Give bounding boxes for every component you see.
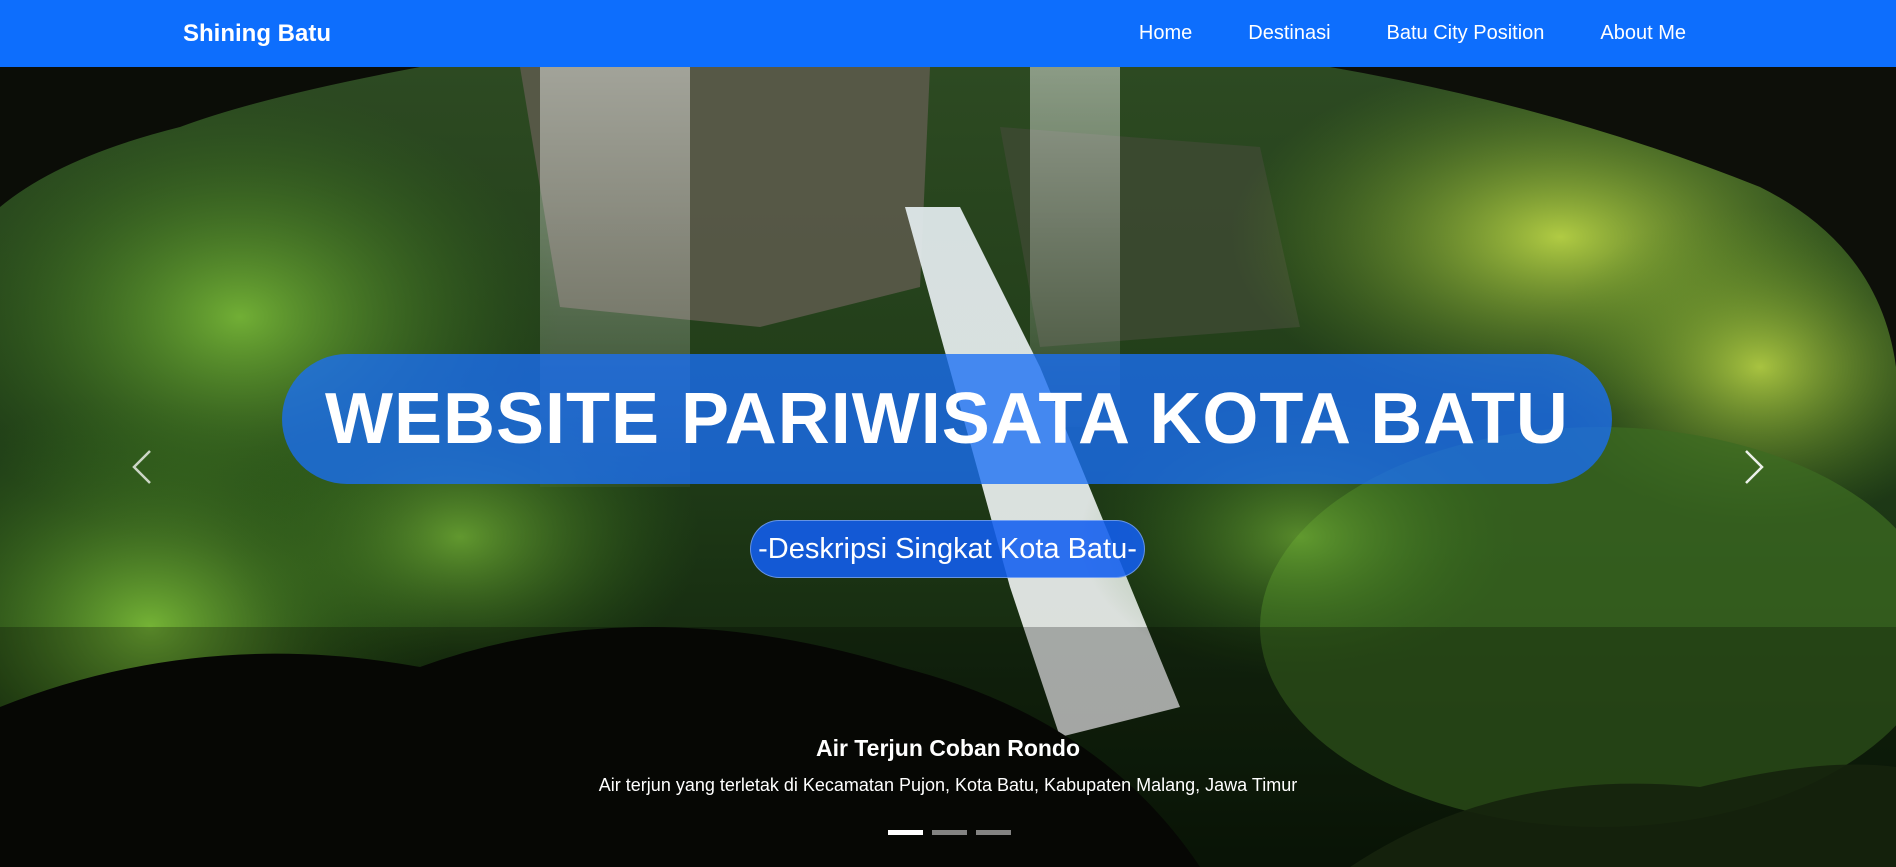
- nav-batu-city-position-link[interactable]: Batu City Position: [1387, 22, 1545, 45]
- carousel-indicator-2[interactable]: [932, 830, 967, 835]
- carousel-indicator-1[interactable]: [888, 830, 923, 835]
- carousel-next-button[interactable]: [1724, 437, 1784, 497]
- nav-home-link[interactable]: Home: [1139, 22, 1192, 45]
- chevron-left-icon: [132, 450, 151, 484]
- carousel-indicator-3[interactable]: [976, 830, 1011, 835]
- nav-links: Home Destinasi Batu City Position About …: [1139, 0, 1686, 67]
- chevron-right-icon: [1745, 450, 1764, 484]
- slide-caption-title: Air Terjun Coban Rondo: [815, 735, 1081, 761]
- hero-title-banner: WEBSITE PARIWISATA KOTA BATU: [282, 354, 1612, 484]
- nav-about-me-link[interactable]: About Me: [1600, 22, 1686, 45]
- carousel-prev-button[interactable]: [112, 437, 172, 497]
- description-button-label: -Deskripsi Singkat Kota Batu-: [758, 532, 1137, 565]
- hero-carousel: WEBSITE PARIWISATA KOTA BATU -Deskripsi …: [0, 67, 1896, 867]
- carousel-indicators: [888, 830, 1011, 835]
- description-button[interactable]: -Deskripsi Singkat Kota Batu-: [750, 520, 1145, 578]
- hero-title: WEBSITE PARIWISATA KOTA BATU: [325, 379, 1569, 459]
- slide-caption-text: Air terjun yang terletak di Kecamatan Pu…: [598, 775, 1298, 795]
- navbar: Shining Batu Home Destinasi Batu City Po…: [0, 0, 1896, 67]
- brand-logo-link[interactable]: Shining Batu: [183, 0, 331, 67]
- nav-destinasi-link[interactable]: Destinasi: [1248, 22, 1330, 45]
